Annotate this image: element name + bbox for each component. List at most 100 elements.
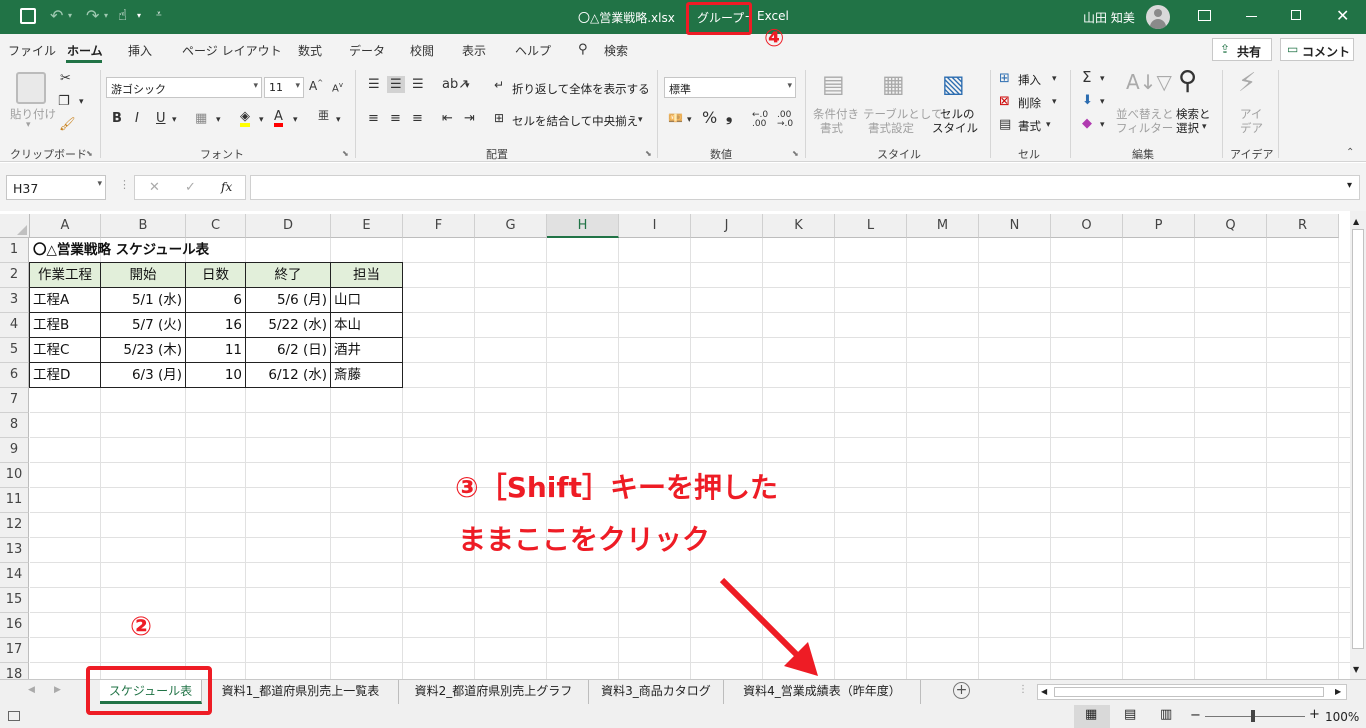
align-middle-icon[interactable]: ☰ — [387, 76, 405, 93]
table-cell[interactable]: 6/12 (水) — [245, 362, 331, 388]
user-name[interactable]: 山田 知美 — [1083, 9, 1135, 26]
font-color-dropdown-icon[interactable]: ▾ — [293, 116, 298, 125]
increase-font-icon[interactable]: A^ — [309, 80, 323, 93]
zoom-in-icon[interactable]: + — [1309, 707, 1320, 722]
scroll-up-icon[interactable]: ▲ — [1353, 217, 1359, 226]
redo-icon[interactable]: ↷ — [86, 6, 99, 25]
column-header-a[interactable]: A — [30, 214, 101, 238]
row-header-6[interactable]: 6 — [0, 363, 29, 388]
table-cell[interactable]: 工程C — [29, 337, 101, 363]
clear-icon[interactable]: ◆ — [1082, 117, 1092, 130]
fill-dropdown-icon[interactable]: ▾ — [1100, 98, 1105, 107]
zoom-slider-thumb[interactable] — [1251, 710, 1255, 722]
table-cell[interactable]: 工程A — [29, 287, 101, 313]
merge-center-button[interactable]: セルを結合して中央揃え — [512, 113, 638, 129]
column-header-n[interactable]: N — [979, 214, 1051, 238]
zoom-slider[interactable] — [1205, 716, 1305, 717]
close-icon[interactable]: ✕ — [1336, 6, 1349, 25]
align-left-icon[interactable]: ≡ — [368, 112, 379, 125]
column-header-j[interactable]: J — [691, 214, 763, 238]
horizontal-scroll-thumb[interactable] — [1054, 687, 1324, 697]
format-painter-icon[interactable]: 🖌 — [59, 118, 76, 131]
decrease-font-icon[interactable]: Av — [332, 82, 343, 94]
table-header-cell[interactable]: 日数 — [185, 262, 246, 288]
delete-cells-icon[interactable]: ⊠ — [999, 95, 1010, 108]
currency-icon[interactable]: 💴 — [668, 112, 683, 124]
insert-function-icon[interactable]: fx — [221, 180, 232, 194]
number-launcher-icon[interactable]: ⬊ — [792, 150, 799, 158]
orientation-dropdown-icon[interactable]: ▾ — [465, 82, 470, 91]
row-header-9[interactable]: 9 — [0, 438, 29, 463]
table-cell[interactable]: 5/22 (水) — [245, 312, 331, 338]
row-header-14[interactable]: 14 — [0, 563, 29, 588]
insert-cells-button[interactable]: 挿入 — [1018, 72, 1041, 88]
column-header-q[interactable]: Q — [1195, 214, 1267, 238]
column-header-o[interactable]: O — [1051, 214, 1123, 238]
share-button[interactable]: ⇪ 共有 — [1212, 38, 1272, 61]
row-header-15[interactable]: 15 — [0, 588, 29, 613]
column-header-r[interactable]: R — [1267, 214, 1339, 238]
restore-icon[interactable] — [1291, 10, 1301, 20]
row-header-18[interactable]: 18 — [0, 663, 29, 679]
row-header-8[interactable]: 8 — [0, 413, 29, 438]
table-header-cell[interactable]: 担当 — [330, 262, 403, 288]
align-center-icon[interactable]: ≡ — [390, 112, 401, 125]
page-break-view-icon[interactable]: ▥ — [1160, 707, 1172, 722]
name-box[interactable]: H37 — [6, 175, 106, 200]
table-cell[interactable]: 10 — [185, 362, 246, 388]
row-header-5[interactable]: 5 — [0, 338, 29, 363]
autosum-dropdown-icon[interactable]: ▾ — [1100, 75, 1105, 84]
table-cell[interactable]: 5/6 (月) — [245, 287, 331, 313]
insert-cells-icon[interactable]: ⊞ — [999, 72, 1010, 85]
table-cell[interactable]: 5/1 (水) — [100, 287, 186, 313]
borders-icon[interactable]: ▦ — [195, 112, 207, 125]
table-cell[interactable]: 11 — [185, 337, 246, 363]
row-header-17[interactable]: 17 — [0, 638, 29, 663]
fill-color-icon[interactable]: ◈ — [240, 110, 250, 127]
vertical-scrollbar[interactable]: ▲ ▼ — [1350, 211, 1366, 679]
scroll-down-icon[interactable]: ▼ — [1353, 665, 1359, 674]
tab-insert[interactable]: 挿入 — [128, 42, 152, 59]
cancel-icon[interactable]: ✕ — [149, 180, 160, 195]
sheet-title-cell[interactable]: 〇△営業戦略 スケジュール表 — [30, 238, 330, 263]
row-header-10[interactable]: 10 — [0, 463, 29, 488]
column-header-b[interactable]: B — [101, 214, 186, 238]
format-as-table-icon[interactable]: ▦ — [882, 72, 905, 96]
customize-qat-icon[interactable]: ⩡ — [156, 9, 162, 20]
decrease-indent-icon[interactable]: ⇤ — [442, 112, 453, 125]
autosum-icon[interactable]: Σ — [1082, 70, 1091, 85]
select-all-corner[interactable] — [0, 214, 30, 238]
column-header-h[interactable]: H — [547, 214, 619, 238]
column-header-d[interactable]: D — [246, 214, 331, 238]
increase-indent-icon[interactable]: ⇥ — [464, 112, 475, 125]
row-header-16[interactable]: 16 — [0, 613, 29, 638]
tab-page-layout[interactable]: ページ レイアウト — [182, 42, 282, 59]
search-icon[interactable]: ⚲ — [578, 42, 588, 57]
redo-dropdown-icon[interactable]: ▾ — [104, 11, 108, 20]
table-cell[interactable]: 6/2 (日) — [245, 337, 331, 363]
scroll-left-icon[interactable]: ◀ — [1041, 687, 1047, 696]
scroll-right-icon[interactable]: ▶ — [1335, 687, 1341, 696]
table-header-cell[interactable]: 開始 — [100, 262, 186, 288]
percent-icon[interactable]: % — [702, 110, 717, 126]
copy-dropdown-icon[interactable]: ▾ — [79, 98, 84, 107]
tab-formulas[interactable]: 数式 — [298, 42, 322, 59]
enter-icon[interactable]: ✓ — [185, 180, 196, 195]
font-name-select[interactable]: 游ゴシック — [106, 77, 262, 98]
sheet-tab-3[interactable]: 資料3_商品カタログ — [589, 680, 724, 704]
sheet-tab-4[interactable]: 資料4_営業成績表（昨年度） — [724, 680, 921, 704]
table-cell[interactable]: 5/23 (木) — [100, 337, 186, 363]
prev-sheet-icon[interactable]: ◀ — [28, 685, 35, 695]
merge-dropdown-icon[interactable]: ▾ — [638, 116, 643, 125]
find-select-icon[interactable]: ⚲ — [1178, 68, 1197, 94]
tell-me-search[interactable]: 検索 — [604, 42, 628, 59]
fill-icon[interactable]: ⬇ — [1082, 94, 1093, 107]
sheet-tab-1[interactable]: 資料1_都道府県別売上一覧表 — [203, 680, 399, 704]
table-cell[interactable]: 6 — [185, 287, 246, 313]
alignment-launcher-icon[interactable]: ⬊ — [645, 150, 652, 158]
align-right-icon[interactable]: ≡ — [412, 112, 423, 125]
new-sheet-icon[interactable]: + — [953, 682, 970, 699]
merge-center-icon[interactable]: ⊞ — [494, 112, 504, 124]
table-cell[interactable]: 山口 — [330, 287, 403, 313]
currency-dropdown-icon[interactable]: ▾ — [687, 116, 692, 125]
